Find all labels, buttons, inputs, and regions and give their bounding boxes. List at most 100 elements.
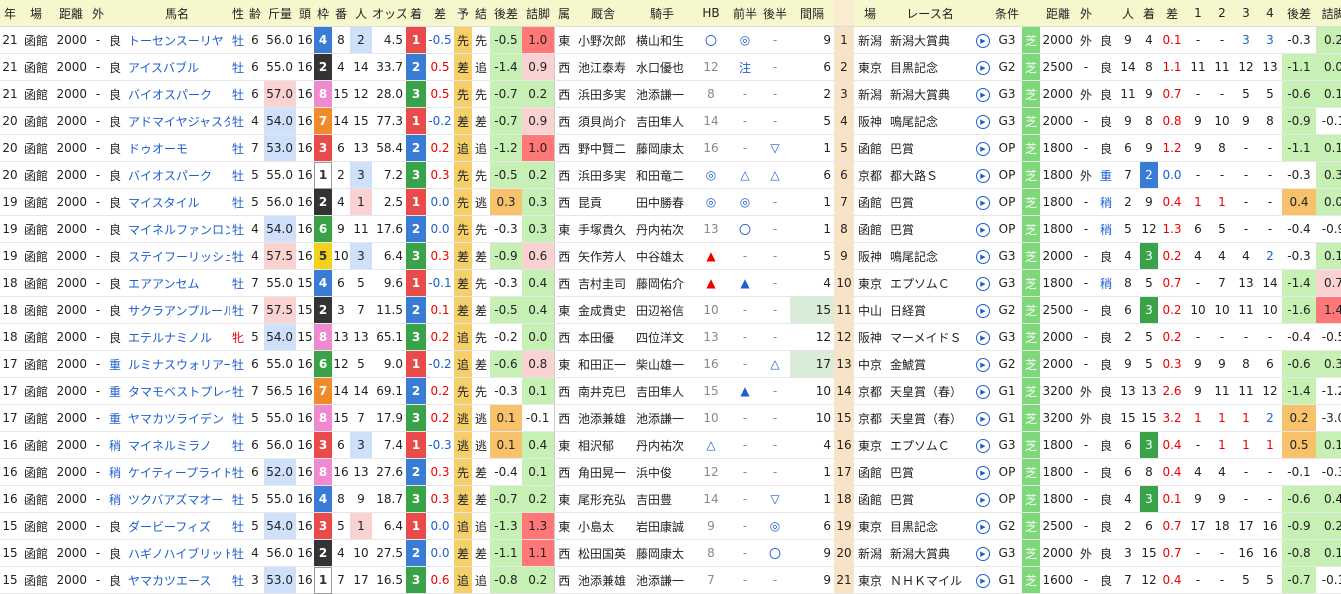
play-icon[interactable]: ▶ — [976, 196, 990, 210]
col-header[interactable]: 枠 — [314, 0, 332, 27]
horse-name-link[interactable]: マイネルミラノ — [124, 431, 230, 459]
col-header[interactable]: オッズ — [372, 0, 406, 27]
prev-race-name-cell[interactable]: エプソムＣ — [886, 431, 974, 459]
play-icon[interactable]: ▶ — [974, 404, 992, 432]
prev-race-name-cell[interactable]: 鳴尾記念 — [886, 242, 974, 270]
horse-name-link[interactable]: ルミナスウォリアー — [124, 350, 230, 378]
table-row[interactable]: 17 函館 2000- 重ルミナスウォリアー牡 6 55.0 16 6 12 5 9.0 1 -0.2 追… — [0, 350, 1341, 378]
play-icon[interactable]: ▶ — [976, 331, 990, 345]
play-icon[interactable]: ▶ — [976, 34, 990, 48]
col-header[interactable]: 4 — [1258, 0, 1282, 27]
col-header[interactable]: 2 — [1210, 0, 1234, 27]
col-header[interactable]: 性 — [230, 0, 246, 27]
table-row[interactable]: 15 函館 2000- 良ダービーフィズ牡 5 54.0 16 3 5 1 6.4 1 0.0 追追 -1.… — [0, 512, 1341, 540]
col-header[interactable]: 馬名 — [124, 0, 230, 27]
play-icon[interactable]: ▶ — [974, 485, 992, 513]
horse-name-link[interactable]: サクラアンプルール — [124, 296, 230, 324]
col-header[interactable]: 詰脚 — [522, 0, 554, 27]
table-row[interactable]: 20 函館 2000- 良ドゥオーモ牡 7 53.0 16 3 6 13 58.4 2 0.2 追追 -1.… — [0, 134, 1341, 162]
col-header[interactable]: HB — [692, 0, 730, 27]
horse-name-link[interactable]: トーセンスーリヤ — [124, 26, 230, 54]
prev-race-name-cell[interactable]: 巴賞 — [886, 215, 974, 243]
col-header[interactable]: 年 — [0, 0, 20, 27]
prev-race-name-cell[interactable]: 都大路Ｓ — [886, 161, 974, 189]
col-header[interactable]: レース名 — [886, 0, 974, 27]
horse-name-link[interactable]: ダービーフィズ — [124, 512, 230, 540]
prev-race-name-cell[interactable]: 鳴尾記念 — [886, 107, 974, 135]
play-icon[interactable]: ▶ — [976, 385, 990, 399]
table-row[interactable]: 18 函館 2000- 良エアアンセム牡 7 55.0 15 4 6 5 9.6 1 -0.1 差先 -0.… — [0, 269, 1341, 297]
col-header[interactable] — [834, 0, 854, 27]
play-icon[interactable]: ▶ — [976, 520, 990, 534]
play-icon[interactable]: ▶ — [976, 466, 990, 480]
col-header[interactable]: 差 — [1158, 0, 1186, 27]
play-icon[interactable]: ▶ — [976, 439, 990, 453]
col-header[interactable] — [1022, 0, 1040, 27]
col-header[interactable]: 差 — [426, 0, 454, 27]
table-row[interactable]: 16 函館 2000- 稍ツクバアズマオー牡 5 55.0 16 4 8 9 18.7 3 0.3 差差 -… — [0, 485, 1341, 513]
play-icon[interactable]: ▶ — [974, 539, 992, 567]
play-icon[interactable]: ▶ — [976, 169, 990, 183]
horse-name-link[interactable]: ケイティープライド — [124, 458, 230, 486]
col-header[interactable]: 外 — [90, 0, 106, 27]
play-icon[interactable]: ▶ — [974, 26, 992, 54]
table-row[interactable]: 18 函館 2000- 良エテルナミノル牝 5 54.0 15 8 13 13 65.1 3 0.2 追先… — [0, 323, 1341, 351]
col-header[interactable]: 厩舎 — [574, 0, 632, 27]
horse-name-link[interactable]: エアアンセム — [124, 269, 230, 297]
table-row[interactable]: 15 函館 2000- 良ヤマカツエース牡 3 53.0 16 1 7 17 16.5 3 0.6 追追 -… — [0, 566, 1341, 594]
horse-name-link[interactable]: ドゥオーモ — [124, 134, 230, 162]
play-icon[interactable]: ▶ — [974, 323, 992, 351]
prev-race-name-cell[interactable]: 金鯱賞 — [886, 350, 974, 378]
col-header[interactable]: 後半 — [760, 0, 790, 27]
table-row[interactable]: 21 函館 2000- 良バイオスパーク牡 6 57.0 16 8 15 12 28.0 3 0.5 先先… — [0, 80, 1341, 108]
prev-race-name-cell[interactable]: 新潟大賞典 — [886, 80, 974, 108]
prev-race-name-cell[interactable]: 日経賞 — [886, 296, 974, 324]
col-header[interactable] — [106, 0, 124, 27]
play-icon[interactable]: ▶ — [974, 53, 992, 81]
horse-name-link[interactable]: ヤマカツライデン — [124, 404, 230, 432]
horse-name-link[interactable]: エテルナミノル — [124, 323, 230, 351]
prev-race-name-cell[interactable]: 巴賞 — [886, 458, 974, 486]
play-icon[interactable]: ▶ — [976, 358, 990, 372]
col-header[interactable]: 予 — [454, 0, 472, 27]
prev-race-name-cell[interactable]: マーメイドＳ — [886, 323, 974, 351]
col-header[interactable]: 場 — [20, 0, 52, 27]
play-icon[interactable]: ▶ — [974, 107, 992, 135]
col-header[interactable]: 条件 — [992, 0, 1022, 27]
play-icon[interactable]: ▶ — [974, 350, 992, 378]
col-header[interactable]: 属 — [554, 0, 574, 27]
play-icon[interactable]: ▶ — [974, 161, 992, 189]
play-icon[interactable]: ▶ — [976, 493, 990, 507]
col-header[interactable] — [974, 0, 992, 27]
col-header[interactable]: 間隔 — [790, 0, 834, 27]
play-icon[interactable]: ▶ — [976, 304, 990, 318]
col-header[interactable]: 人 — [350, 0, 372, 27]
play-icon[interactable]: ▶ — [976, 142, 990, 156]
table-row[interactable]: 15 函館 2000- 良ハギノハイブリッド牡 4 56.0 16 2 4 10 27.5 2 0.0 差… — [0, 539, 1341, 567]
prev-race-name-cell[interactable]: 巴賞 — [886, 188, 974, 216]
col-header[interactable]: 頭 — [296, 0, 314, 27]
play-icon[interactable]: ▶ — [974, 242, 992, 270]
prev-race-name-cell[interactable]: 巴賞 — [886, 134, 974, 162]
col-header[interactable]: 後差 — [1282, 0, 1316, 27]
horse-name-link[interactable]: ツクバアズマオー — [124, 485, 230, 513]
table-row[interactable]: 20 函館 2000- 良バイオスパーク牡 5 55.0 16 1 2 3 7.2 3 0.3 先先 -0.… — [0, 161, 1341, 189]
table-row[interactable]: 17 函館 2000- 重タマモベストプレイ牡 7 56.5 16 7 14 14 69.1 2 0.2… — [0, 377, 1341, 405]
col-header[interactable]: 詰脚 — [1316, 0, 1341, 27]
play-icon[interactable]: ▶ — [976, 574, 990, 588]
col-header[interactable]: 結 — [472, 0, 490, 27]
col-header[interactable]: 後差 — [490, 0, 522, 27]
table-row[interactable]: 16 函館 2000- 稍マイネルミラノ牡 6 56.0 16 3 6 3 7.4 1 -0.3 逃逃 0.… — [0, 431, 1341, 459]
table-row[interactable]: 21 函館 2000- 良アイスバブル牡 6 55.0 16 2 4 14 33.7 2 0.5 差追 -1… — [0, 53, 1341, 81]
play-icon[interactable]: ▶ — [976, 115, 990, 129]
prev-race-name-cell[interactable]: エプソムＣ — [886, 269, 974, 297]
table-row[interactable]: 20 函館 2000- 良アドマイヤジャスタ牡 4 54.0 16 7 14 15 77.3 1 -0.… — [0, 107, 1341, 135]
prev-race-name-cell[interactable]: 目黒記念 — [886, 512, 974, 540]
play-icon[interactable]: ▶ — [976, 223, 990, 237]
col-header[interactable]: 1 — [1186, 0, 1210, 27]
horse-name-link[interactable]: ステイフーリッシュ — [124, 242, 230, 270]
prev-race-name-cell[interactable]: 新潟大賞典 — [886, 26, 974, 54]
horse-name-link[interactable]: バイオスパーク — [124, 161, 230, 189]
horse-name-link[interactable]: アイスバブル — [124, 53, 230, 81]
prev-race-name-cell[interactable]: 天皇賞（春） — [886, 377, 974, 405]
